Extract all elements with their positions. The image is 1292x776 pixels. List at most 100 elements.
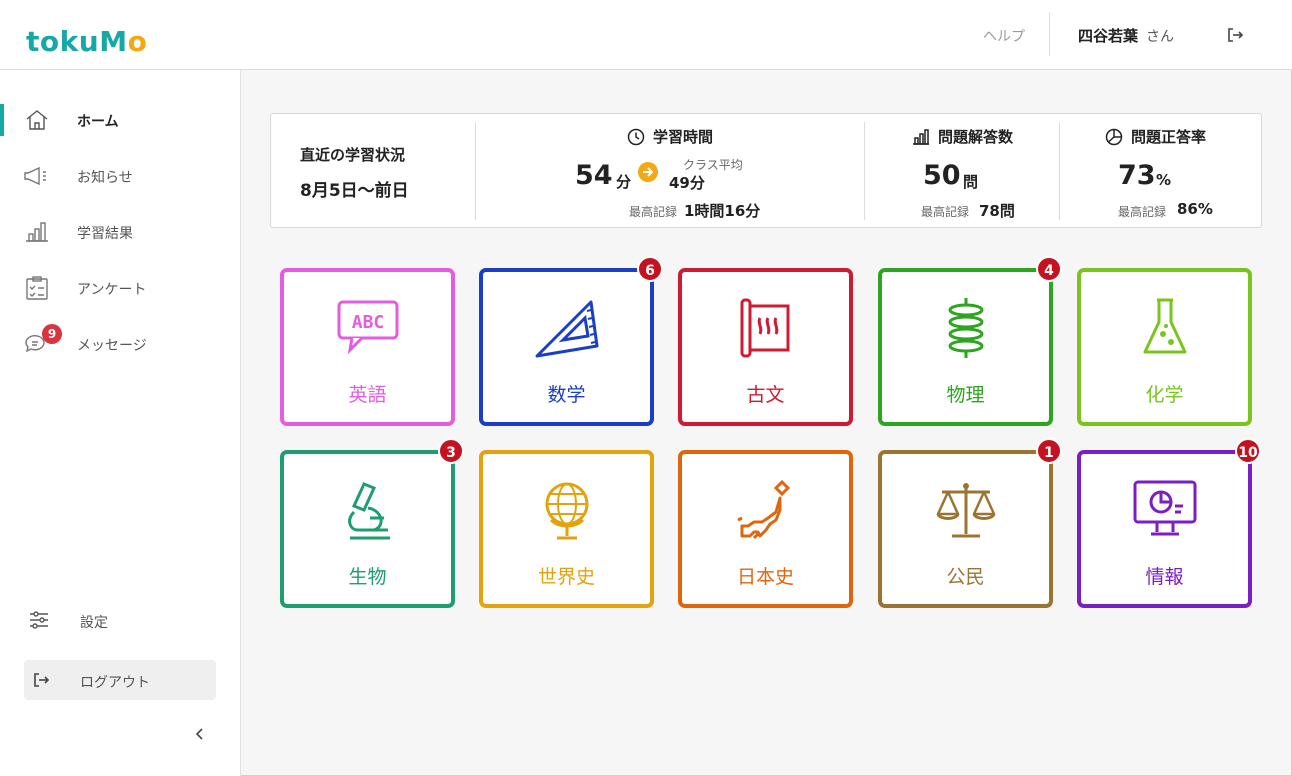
subject-label: 日本史 bbox=[736, 566, 794, 588]
accuracy-title: 問題正答率 bbox=[1131, 128, 1207, 146]
subject-tile[interactable]: 化学 bbox=[1077, 268, 1252, 426]
class-average-label: クラス平均 bbox=[683, 158, 743, 172]
sidebar-item-settings[interactable]: 設定 bbox=[0, 600, 241, 640]
subject-label: 数学 bbox=[547, 384, 586, 406]
sidebar-item-label: ホーム bbox=[77, 114, 119, 130]
user-name: 四谷若葉 さん bbox=[1078, 25, 1174, 46]
logo-letter: u bbox=[78, 25, 100, 58]
japan-map-icon bbox=[736, 479, 790, 540]
subject-tile[interactable]: 公民 bbox=[878, 450, 1053, 608]
subject-tile[interactable]: 世界史 bbox=[479, 450, 654, 608]
logout-icon[interactable] bbox=[1226, 26, 1244, 44]
answers-title: 問題解答数 bbox=[938, 128, 1014, 146]
accuracy-best-value: 86% bbox=[1177, 200, 1213, 218]
sidebar-item-home[interactable]: ホーム bbox=[0, 100, 241, 140]
subject-label: 化学 bbox=[1145, 384, 1184, 406]
scroll-icon bbox=[740, 298, 789, 358]
pie-chart-icon bbox=[1105, 128, 1123, 145]
accuracy-best-label: 最高記録 bbox=[1118, 205, 1167, 219]
subject-tile[interactable]: 古文 bbox=[678, 268, 853, 426]
subject-label: 生物 bbox=[348, 566, 387, 588]
set-square-icon bbox=[535, 300, 598, 358]
unread-count-badge: 6 bbox=[637, 256, 663, 282]
microscope-icon bbox=[347, 482, 390, 540]
unread-count-badge: 1 bbox=[1036, 438, 1062, 464]
sidebar-item-label: 設定 bbox=[80, 615, 108, 631]
logout-button[interactable]: ログアウト bbox=[24, 660, 216, 700]
sidebar-item-label: 学習結果 bbox=[77, 226, 133, 242]
sidebar-item-news[interactable]: お知らせ bbox=[0, 156, 241, 196]
answers-heading: 問題解答数 bbox=[912, 126, 1013, 147]
clock-icon bbox=[627, 128, 645, 145]
collapse-sidebar-icon[interactable] bbox=[192, 725, 208, 743]
sidebar-item-label: アンケート bbox=[77, 282, 147, 298]
sliders-icon bbox=[30, 611, 48, 629]
unread-count-badge: 4 bbox=[1036, 256, 1062, 282]
help-link[interactable]: ヘルプ bbox=[983, 26, 1025, 46]
study-time-heading: 学習時間 bbox=[627, 126, 713, 147]
subject-tile[interactable]: 数学 bbox=[479, 268, 654, 426]
study-time-best-value: 1時間16分 bbox=[684, 202, 761, 220]
accuracy-value: 73 bbox=[1118, 160, 1156, 191]
flask-icon bbox=[1143, 298, 1186, 354]
answers-best-label: 最高記録 bbox=[921, 205, 970, 219]
study-time-unit: 分 bbox=[616, 173, 632, 191]
user-name-text: 四谷若葉 bbox=[1078, 27, 1139, 45]
tokumo-logo[interactable]: tokuMo bbox=[26, 24, 147, 56]
stats-divider bbox=[475, 122, 476, 220]
subject-tile[interactable]: 日本史 bbox=[678, 450, 853, 608]
clipboard-check-icon bbox=[26, 276, 48, 300]
subject-tile[interactable]: 生物 bbox=[280, 450, 455, 608]
logout-icon bbox=[34, 673, 50, 687]
sidebar-item-survey[interactable]: アンケート bbox=[0, 268, 241, 308]
sidebar-item-results[interactable]: 学習結果 bbox=[0, 212, 241, 252]
sidebar-item-messages[interactable]: メッセージ bbox=[0, 324, 241, 364]
top-header: tokuMo ヘルプ 四谷若葉 さん bbox=[0, 0, 1292, 70]
arrow-right-icon bbox=[638, 162, 658, 182]
unread-count-badge: 10 bbox=[1235, 438, 1261, 464]
logo-letter: k bbox=[59, 25, 79, 58]
bar-chart-icon bbox=[26, 222, 48, 242]
study-time-best-label: 最高記録 bbox=[629, 205, 678, 219]
home-icon bbox=[26, 110, 48, 130]
recent-date-range: 8月5日〜前日 bbox=[300, 181, 409, 201]
logo-letter: o bbox=[39, 25, 60, 58]
accuracy-heading: 問題正答率 bbox=[1105, 126, 1206, 147]
subject-tile[interactable]: ABC 英語 bbox=[280, 268, 455, 426]
globe-icon bbox=[545, 482, 588, 540]
logo-letter: M bbox=[99, 25, 128, 58]
subject-label: 世界史 bbox=[537, 566, 595, 588]
recent-status-title: 直近の学習状況 bbox=[300, 146, 406, 164]
logo-letter: o bbox=[127, 25, 148, 58]
subject-label: 公民 bbox=[946, 566, 985, 588]
answers-best-value: 78問 bbox=[979, 202, 1015, 220]
study-time-title: 学習時間 bbox=[653, 128, 714, 146]
subject-tile[interactable]: 情報 bbox=[1077, 450, 1252, 608]
sidebar-item-label: メッセージ bbox=[77, 338, 147, 354]
subject-label: 情報 bbox=[1145, 566, 1184, 588]
class-average-value: 49分 bbox=[669, 174, 705, 192]
answers-value: 50 bbox=[923, 160, 961, 191]
sidebar: ホーム お知らせ 学習結果 アンケート メッセージ 9 設定 ログアウト bbox=[0, 70, 241, 776]
answers-unit: 問 bbox=[963, 173, 979, 191]
study-time-value: 54 bbox=[575, 160, 613, 191]
header-divider bbox=[1049, 12, 1050, 56]
unread-count-badge: 3 bbox=[438, 438, 464, 464]
user-name-suffix: さん bbox=[1146, 29, 1175, 45]
logout-label: ログアウト bbox=[80, 675, 150, 691]
abc-speech-icon: ABC bbox=[337, 300, 398, 355]
sidebar-item-label: お知らせ bbox=[77, 170, 133, 186]
learning-stats-card: 直近の学習状況 8月5日〜前日 学習時間 54 分 クラス平均 49分 最高記録… bbox=[270, 113, 1262, 228]
scales-icon bbox=[936, 483, 995, 538]
monitor-chart-icon bbox=[1133, 480, 1196, 536]
accuracy-unit: % bbox=[1156, 171, 1172, 189]
subject-tile[interactable]: 物理 bbox=[878, 268, 1053, 426]
svg-text:ABC: ABC bbox=[351, 312, 384, 333]
megaphone-icon bbox=[24, 166, 46, 186]
logo-letter: t bbox=[26, 25, 40, 58]
subject-label: 物理 bbox=[946, 384, 985, 406]
stats-divider bbox=[864, 122, 865, 220]
stats-divider bbox=[1059, 122, 1060, 220]
subject-label: 英語 bbox=[348, 384, 387, 406]
spring-icon bbox=[948, 298, 983, 358]
